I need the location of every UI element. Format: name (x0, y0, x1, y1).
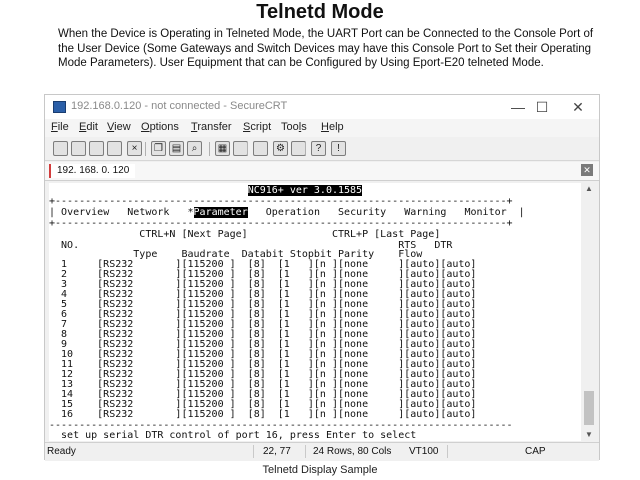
status-cursor-position: 22, 77 (263, 446, 291, 457)
terminal-scrollbar[interactable]: ▲ ▼ (582, 183, 596, 441)
figure-caption: Telnetd Display Sample (262, 464, 378, 476)
nav-parameter[interactable]: Parameter (193, 207, 248, 218)
menu-edit[interactable]: Edit (79, 121, 98, 133)
sftp-icon[interactable] (291, 141, 306, 156)
terminal-border-top: +---------------------------------------… (49, 196, 513, 207)
paste-icon[interactable]: ▤ (169, 141, 184, 156)
connect-tab-icon[interactable] (107, 141, 122, 156)
maximize-button[interactable]: ☐ (529, 97, 555, 117)
window-titlebar: 192.168.0.120 - not connected - SecureCR… (45, 95, 599, 119)
nav-security[interactable]: Security (338, 207, 386, 218)
keymap-icon[interactable]: ⚙ (273, 141, 288, 156)
status-terminal-size: 24 Rows, 80 Cols (313, 446, 392, 457)
print-setup-icon[interactable] (233, 141, 248, 156)
scroll-down-icon[interactable]: ▼ (582, 429, 596, 441)
menu-options[interactable]: Options (141, 121, 179, 133)
terminal-screen[interactable]: NC916+ ver 3.0.1585 +--------------------… (49, 183, 581, 441)
menu-view[interactable]: View (107, 121, 131, 133)
scrollbar-thumb[interactable] (584, 391, 594, 425)
status-ready: Ready (47, 446, 76, 457)
close-button[interactable]: ✕ (565, 97, 591, 117)
find-icon[interactable]: ⌕ (187, 141, 202, 156)
about-icon[interactable]: ! (331, 141, 346, 156)
copy-icon[interactable]: ❐ (151, 141, 166, 156)
description-text: When the Device is Operating in Telneted… (58, 28, 594, 69)
session-options-icon[interactable] (253, 141, 268, 156)
reconnect-icon[interactable] (53, 141, 68, 156)
window-title: 192.168.0.120 - not connected - SecureCR… (71, 100, 288, 112)
status-caps-lock: CAP (525, 446, 546, 457)
connect-icon[interactable] (71, 141, 86, 156)
disconnect-icon[interactable]: × (127, 141, 142, 156)
nav-overview[interactable]: Overview (61, 207, 109, 218)
status-bar: Ready 22, 77 24 Rows, 80 Cols VT100 CAP (45, 442, 599, 461)
paging-hint: CTRL+N [Next Page] CTRL+P [Last Page] (49, 229, 441, 240)
minimize-button[interactable]: — (505, 97, 531, 117)
quick-connect-icon[interactable] (89, 141, 104, 156)
securecrt-app-icon (53, 101, 66, 113)
menu-file[interactable]: File (51, 121, 69, 133)
menu-tools[interactable]: Tools (281, 121, 307, 133)
toolbar: × ❐ ▤ ⌕ ▦ ⚙?! (45, 138, 599, 161)
terminal-border-mid: +---------------------------------------… (49, 218, 513, 229)
securecrt-window: 192.168.0.120 - not connected - SecureCR… (44, 94, 600, 461)
menu-help[interactable]: Help (321, 121, 344, 133)
session-tab-bar: 192. 168. 0. 120 ✕ (45, 162, 599, 181)
session-tab[interactable]: 192. 168. 0. 120 (49, 164, 136, 178)
terminal-banner: NC916+ ver 3.0.1585 (49, 185, 363, 196)
terminal-help-text: set up serial DTR control of port 16, pr… (49, 430, 417, 441)
tab-close-button[interactable]: ✕ (581, 164, 593, 176)
nav-operation[interactable]: Operation (266, 207, 320, 218)
nav-warning[interactable]: Warning (404, 207, 446, 218)
help-icon[interactable]: ? (311, 141, 326, 156)
menu-bar: File Edit View Options Transfer Script Tools He… (45, 119, 599, 137)
terminal-nav[interactable]: | Overview Network *Parameter Operation … (49, 207, 525, 218)
print-icon[interactable]: ▦ (215, 141, 230, 156)
nav-network[interactable]: Network (127, 207, 169, 218)
menu-transfer[interactable]: Transfer (191, 121, 232, 133)
nav-monitor[interactable]: Monitor (464, 207, 506, 218)
status-emulation: VT100 (409, 446, 439, 457)
firmware-version-banner: NC916+ ver 3.0.1585 (247, 185, 363, 196)
page-heading: Telnetd Mode (256, 1, 384, 23)
scroll-up-icon[interactable]: ▲ (582, 183, 596, 195)
menu-script[interactable]: Script (243, 121, 271, 133)
table-row: 16 [RS232 ][115200 ] [8] [1 ][n ][none ]… (49, 409, 477, 420)
